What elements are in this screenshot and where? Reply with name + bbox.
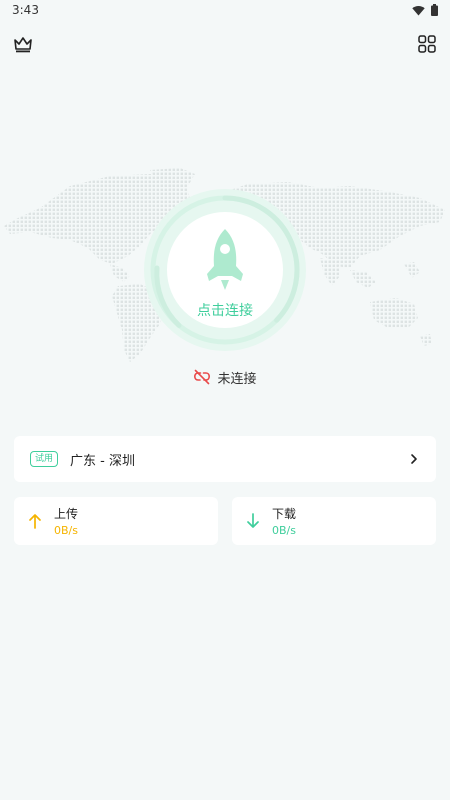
crown-icon — [14, 37, 32, 53]
apps-menu-button[interactable] — [416, 33, 438, 55]
connect-button[interactable] — [141, 186, 309, 354]
status-time: 3:43 — [12, 3, 39, 17]
download-title: 下载 — [272, 507, 297, 521]
status-icons — [412, 3, 438, 17]
upload-speed-card: 上传 0B/s — [14, 497, 218, 545]
server-selector[interactable]: 试用 广东 - 深圳 — [14, 436, 436, 482]
arrow-down-icon — [247, 513, 259, 528]
trial-badge: 试用 — [30, 451, 59, 467]
upload-title: 上传 — [54, 507, 79, 521]
download-speed-value: 0B/s — [272, 524, 296, 537]
app-screen: 3:43 点击连接 未连接 试用 广东 - 深圳 上传 0B/s 下载 0B/s — [0, 0, 450, 800]
battery-icon — [431, 4, 438, 16]
upload-texts: 上传 0B/s — [54, 505, 78, 537]
connection-status-text: 未连接 — [217, 371, 257, 387]
upload-speed-value: 0B/s — [54, 524, 78, 537]
apps-grid-icon — [418, 35, 436, 53]
download-texts: 下载 0B/s — [272, 505, 296, 537]
chevron-right-icon — [411, 454, 417, 464]
arrow-up-icon — [29, 514, 41, 529]
connection-status: 未连接 — [0, 368, 450, 387]
download-speed-card: 下载 0B/s — [232, 497, 436, 545]
disconnected-link-icon — [194, 369, 211, 385]
wifi-icon — [412, 5, 425, 15]
server-location: 广东 - 深圳 — [70, 453, 135, 469]
vip-crown-button[interactable] — [12, 33, 34, 55]
status-bar: 3:43 — [0, 0, 450, 20]
